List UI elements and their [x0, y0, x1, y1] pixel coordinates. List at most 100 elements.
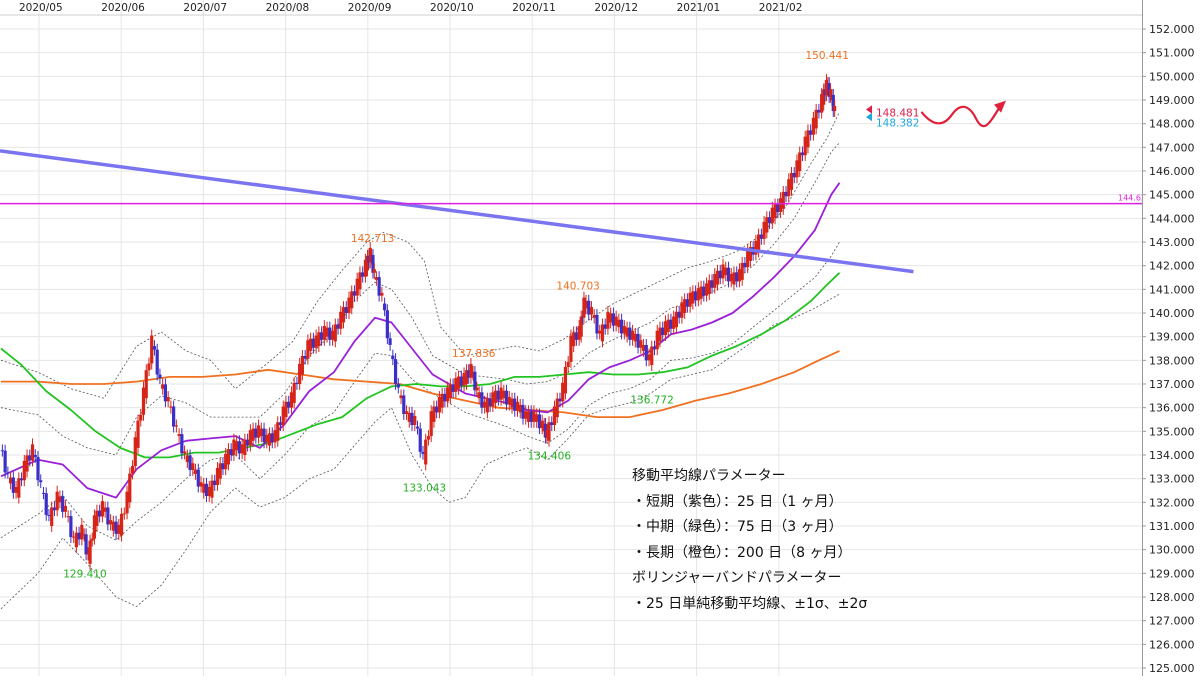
candle-up — [437, 397, 442, 413]
y-tick-label: 139.000 — [1149, 331, 1195, 344]
candle-up — [704, 283, 709, 296]
candle-down — [391, 355, 395, 360]
candle-up — [535, 414, 539, 422]
y-tick-label: 148.000 — [1149, 118, 1195, 131]
y-tick-label: 125.000 — [1149, 662, 1195, 675]
price-high-label: 142.713 — [351, 233, 394, 245]
candle-up — [66, 516, 70, 518]
candle-up — [518, 404, 522, 413]
candle-down — [792, 172, 796, 178]
candle-down — [270, 433, 274, 443]
candle-down — [767, 217, 772, 224]
candle-up — [141, 387, 146, 415]
candle-down — [735, 272, 739, 282]
candle-down — [652, 346, 657, 350]
candle-down — [418, 428, 422, 452]
candle-down — [188, 455, 192, 470]
candle-up — [598, 330, 602, 334]
candle-up — [169, 406, 173, 408]
candle-down — [69, 516, 73, 538]
x-month-label: 2020/11 — [512, 2, 556, 14]
candle-up — [284, 401, 288, 418]
candle-up — [122, 513, 126, 515]
candle-up — [552, 406, 557, 426]
candle-up — [798, 152, 802, 171]
candle-up — [737, 269, 742, 282]
legend-bollinger-params: ・25 日単純移動平均線、±1σ、±2σ — [632, 595, 868, 612]
candle-up — [413, 415, 417, 426]
candle-down — [513, 398, 517, 411]
candle-down — [385, 310, 389, 339]
x-month-label: 2020/06 — [101, 2, 145, 14]
candle-down — [504, 390, 509, 405]
candle-down — [295, 382, 299, 384]
candle-up — [475, 387, 479, 391]
x-month-label: 2020/10 — [430, 2, 474, 14]
candle-up — [191, 463, 195, 470]
candle-down — [33, 455, 37, 457]
candle-up — [633, 333, 637, 342]
candle-up — [724, 267, 728, 276]
candle-up — [440, 393, 444, 408]
candle-up — [674, 311, 679, 328]
candle-up — [811, 117, 816, 135]
price-low-label: 134.406 — [528, 450, 572, 462]
candle-up — [14, 486, 18, 493]
x-month-label: 2020/12 — [594, 2, 638, 14]
candle-down — [52, 507, 57, 511]
candle-up — [630, 330, 635, 340]
candle-up — [177, 434, 181, 437]
candle-down — [726, 267, 731, 282]
x-month-label: 2021/01 — [677, 2, 721, 14]
candle-down — [473, 371, 477, 391]
candle-up — [185, 455, 189, 463]
ask-price-label: 148.382 — [876, 118, 919, 130]
candle-up — [147, 363, 151, 371]
candle-down — [595, 314, 599, 334]
candle-up — [90, 538, 94, 541]
candle-down — [620, 319, 624, 334]
fx-price-chart[interactable]: 2020/05 2020/06 2020/07 2020/08 2020/09 2020/… — [0, 0, 1200, 676]
candle-down — [402, 395, 406, 414]
candle-down — [677, 311, 681, 318]
y-tick-label: 137.000 — [1149, 378, 1195, 391]
candle-up — [765, 217, 769, 233]
candle-up — [9, 477, 13, 484]
candle-down — [229, 449, 233, 455]
legend-short-ma: ・短期（紫色）：25 日（1 ヶ月） — [632, 493, 843, 510]
candle-up — [625, 327, 629, 337]
candle-down — [28, 455, 32, 461]
candle-up — [655, 330, 659, 350]
candle-down — [36, 456, 40, 481]
candle-down — [47, 514, 51, 516]
candle-up — [358, 272, 362, 290]
y-tick-label: 133.000 — [1149, 473, 1195, 486]
candle-up — [524, 411, 528, 419]
candle-up — [182, 451, 187, 454]
candle-up — [499, 387, 503, 400]
candle-up — [658, 327, 662, 342]
chart-canvas[interactable]: 2020/05 2020/06 2020/07 2020/08 2020/09 2020/… — [0, 0, 1200, 676]
candle-up — [306, 340, 310, 359]
candle-up — [119, 513, 124, 536]
candle-down — [377, 277, 381, 296]
candle-up — [111, 521, 115, 531]
candle-up — [109, 520, 113, 525]
candle-down — [480, 392, 484, 408]
candle-up — [778, 198, 783, 213]
candle-up — [622, 326, 626, 334]
candle-down — [702, 286, 706, 296]
candle-up — [404, 411, 409, 414]
candle-up — [469, 363, 473, 378]
y-tick-label: 144.000 — [1149, 212, 1195, 225]
candle-down — [388, 338, 392, 345]
candle-down — [158, 374, 162, 379]
candle-up — [572, 332, 576, 347]
candle-down — [278, 422, 283, 426]
candle-up — [88, 540, 92, 564]
candle-up — [691, 291, 695, 304]
y-tick-label: 128.000 — [1149, 591, 1195, 604]
candle-up — [561, 382, 565, 402]
candle-down — [628, 327, 632, 340]
candle-up — [267, 433, 272, 446]
